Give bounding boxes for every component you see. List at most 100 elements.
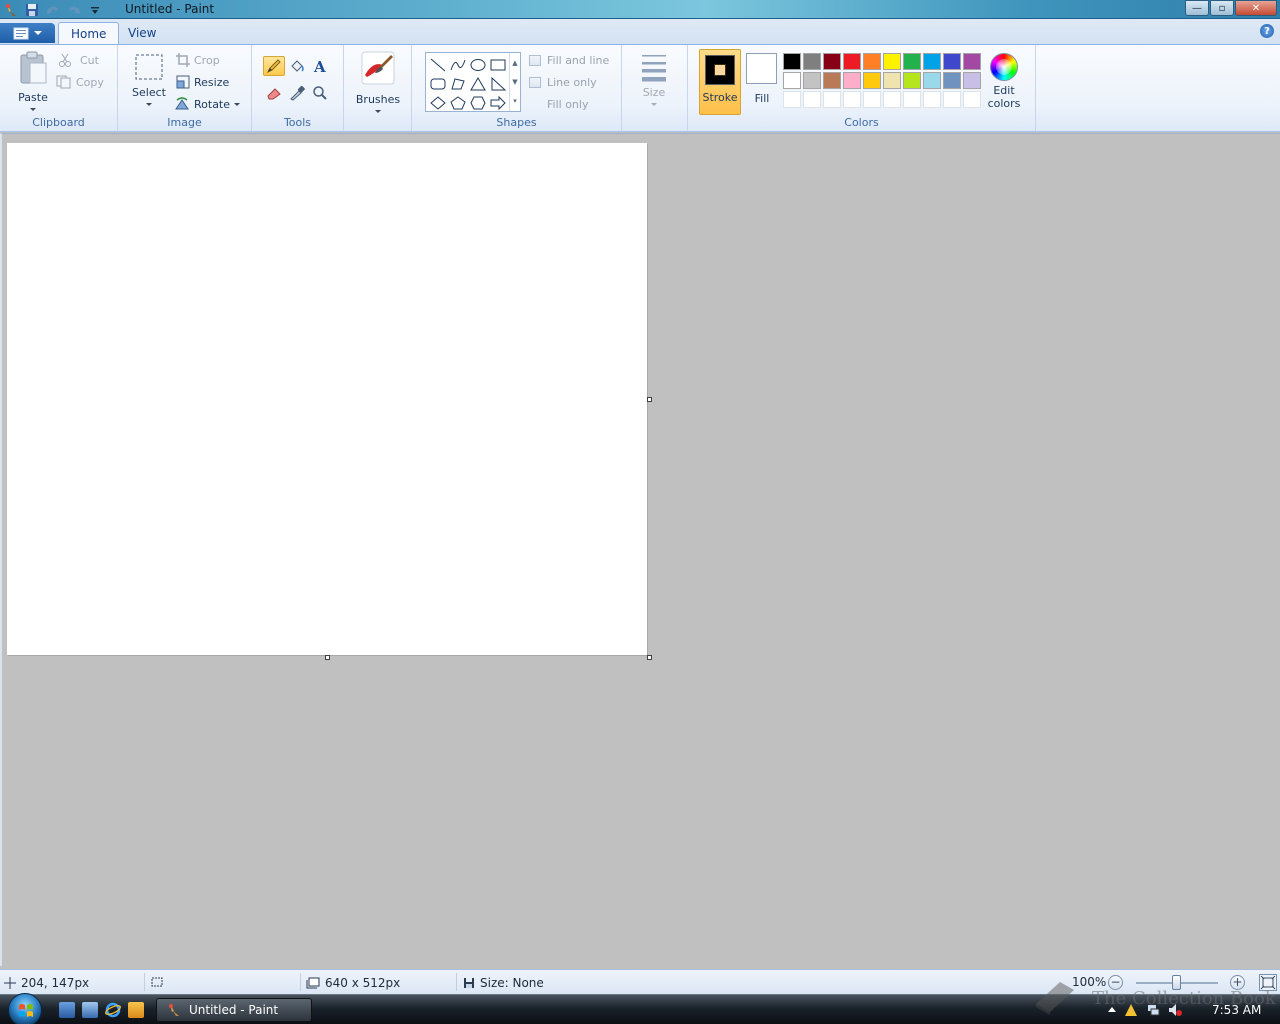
paint-menu-button[interactable]	[0, 23, 55, 43]
curve-shape-icon[interactable]	[448, 55, 468, 74]
save-icon[interactable]	[23, 2, 40, 18]
resize-button[interactable]: Resize	[176, 73, 229, 91]
palette-color-swatch[interactable]	[803, 53, 821, 70]
selection-size-icon	[151, 977, 163, 987]
palette-color-swatch[interactable]	[963, 53, 981, 70]
canvas-resize-handle-corner[interactable]	[647, 655, 652, 660]
palette-color-swatch[interactable]	[843, 53, 861, 70]
maximize-button[interactable]: ▫	[1210, 0, 1234, 16]
outline-fill-and-line[interactable]: Fill and line	[529, 54, 609, 67]
outline-line-only[interactable]: Line only	[529, 76, 597, 89]
rectangle-shape-icon[interactable]	[488, 55, 508, 74]
eraser-icon[interactable]	[263, 83, 285, 103]
color-picker-icon[interactable]	[286, 83, 308, 103]
checkbox	[529, 99, 541, 110]
edit-colors-button[interactable]: Edit colors	[985, 53, 1023, 110]
gallery-expand-icon[interactable]: ▾	[513, 97, 517, 105]
triangle-shape-icon[interactable]	[468, 74, 488, 93]
palette-color-swatch[interactable]	[883, 53, 901, 70]
oval-shape-icon[interactable]	[468, 55, 488, 74]
canvas-resize-handle-right[interactable]	[647, 397, 652, 402]
paint-app-icon[interactable]	[2, 2, 19, 18]
select-button[interactable]: Select	[132, 53, 166, 106]
minimize-button[interactable]: —	[1185, 0, 1209, 16]
resize-icon	[176, 75, 190, 89]
shapes-scrollbar[interactable]: ▲ ▼ ▾	[509, 53, 520, 111]
taskbar-paint-button[interactable]: Untitled - Paint	[156, 998, 312, 1022]
palette-color-swatch[interactable]	[843, 72, 861, 89]
palette-color-swatch[interactable]	[863, 53, 881, 70]
palette-color-swatch[interactable]	[883, 72, 901, 89]
palette-color-swatch[interactable]	[803, 72, 821, 89]
fill-color-button[interactable]: Fill	[744, 49, 780, 115]
size-button[interactable]: Size	[636, 53, 672, 106]
crop-button[interactable]: Crop	[176, 51, 220, 69]
show-desktop-icon[interactable]	[59, 1002, 75, 1018]
custom-color-slot[interactable]	[843, 91, 861, 108]
internet-explorer-icon[interactable]	[105, 1002, 121, 1018]
redo-icon[interactable]	[65, 2, 82, 18]
palette-color-swatch[interactable]	[863, 72, 881, 89]
palette-color-swatch[interactable]	[903, 72, 921, 89]
line-shape-icon[interactable]	[428, 55, 448, 74]
palette-color-swatch[interactable]	[783, 53, 801, 70]
custom-color-slot[interactable]	[923, 91, 941, 108]
customize-qat-icon[interactable]	[86, 2, 103, 18]
brushes-group: Brushes	[344, 45, 412, 131]
custom-color-slot[interactable]	[863, 91, 881, 108]
palette-color-swatch[interactable]	[963, 72, 981, 89]
outline-option-label: Fill only	[547, 98, 589, 111]
palette-color-swatch[interactable]	[923, 53, 941, 70]
palette-color-swatch[interactable]	[903, 53, 921, 70]
copy-button[interactable]: Copy	[56, 73, 104, 91]
custom-color-slot[interactable]	[803, 91, 821, 108]
paint-app-icon	[169, 1004, 179, 1016]
close-button[interactable]: ✕	[1235, 0, 1277, 16]
custom-color-slot[interactable]	[783, 91, 801, 108]
chevron-down-icon	[34, 31, 42, 35]
rotate-button[interactable]: Rotate	[174, 95, 241, 113]
windows-logo-icon	[19, 1004, 33, 1017]
hexagon-shape-icon[interactable]	[468, 93, 488, 112]
cut-button[interactable]: Cut	[58, 51, 99, 69]
custom-color-slot[interactable]	[903, 91, 921, 108]
window-controls: — ▫ ✕	[1185, 0, 1277, 16]
palette-color-swatch[interactable]	[943, 53, 961, 70]
pentagon-shape-icon[interactable]	[448, 93, 468, 112]
rounded-rectangle-shape-icon[interactable]	[428, 74, 448, 93]
start-button[interactable]	[8, 993, 42, 1024]
palette-color-swatch[interactable]	[823, 72, 841, 89]
outline-option-label: Line only	[547, 76, 597, 89]
palette-color-swatch[interactable]	[783, 72, 801, 89]
palette-color-swatch[interactable]	[823, 53, 841, 70]
tab-view[interactable]: View	[116, 22, 168, 44]
drawing-canvas[interactable]	[7, 143, 647, 655]
palette-color-swatch[interactable]	[923, 72, 941, 89]
taskbar: Untitled - Paint 7:53 AM	[0, 993, 1280, 1024]
tab-home[interactable]: Home	[58, 22, 120, 44]
custom-color-slot[interactable]	[963, 91, 981, 108]
brushes-button[interactable]: Brushes	[356, 51, 400, 113]
scroll-down-icon[interactable]: ▼	[512, 78, 517, 86]
custom-color-slot[interactable]	[883, 91, 901, 108]
diamond-shape-icon[interactable]	[428, 93, 448, 112]
stroke-color-button[interactable]: Stroke	[699, 49, 741, 115]
palette-color-swatch[interactable]	[943, 72, 961, 89]
canvas-resize-handle-bottom[interactable]	[325, 655, 330, 660]
undo-icon[interactable]	[44, 2, 61, 18]
help-icon[interactable]: ?	[1260, 24, 1274, 38]
pencil-icon[interactable]	[263, 56, 285, 76]
custom-color-slot[interactable]	[823, 91, 841, 108]
scroll-up-icon[interactable]: ▲	[512, 59, 517, 67]
magnifier-icon[interactable]	[309, 83, 331, 103]
media-player-icon[interactable]	[128, 1002, 144, 1018]
outline-fill-only[interactable]: Fill only	[529, 98, 588, 111]
fill-bucket-icon[interactable]	[286, 56, 308, 76]
custom-color-slot[interactable]	[943, 91, 961, 108]
polygon-shape-icon[interactable]	[448, 74, 468, 93]
text-icon[interactable]: A	[309, 56, 331, 76]
right-arrow-shape-icon[interactable]	[488, 93, 508, 112]
right-triangle-shape-icon[interactable]	[488, 74, 508, 93]
paste-button[interactable]: Paste	[16, 51, 50, 111]
switch-windows-icon[interactable]	[82, 1002, 98, 1018]
